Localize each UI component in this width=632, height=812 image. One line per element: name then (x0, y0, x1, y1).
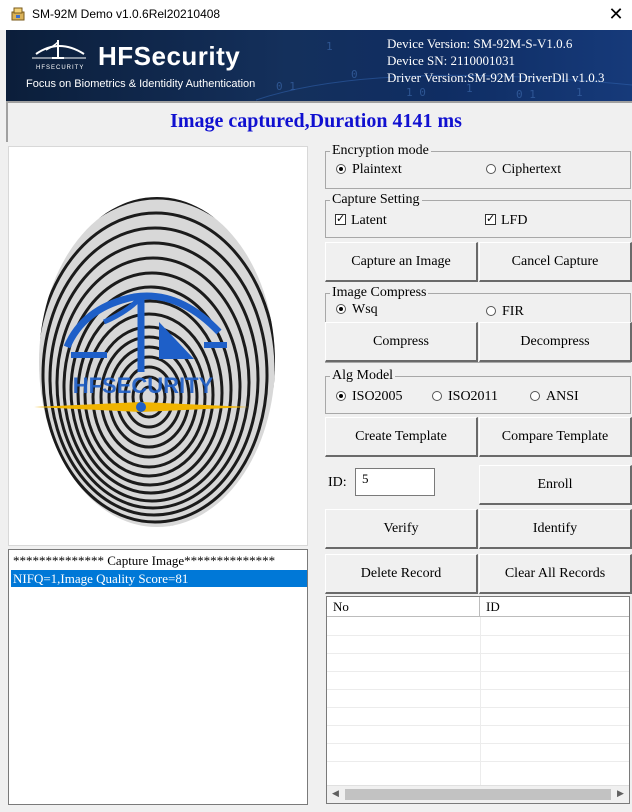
radio-selected-icon (336, 164, 346, 174)
device-sn: Device SN: 2110001031 (387, 53, 516, 68)
title-bar: SM-92M Demo v1.0.6Rel20210408 ✕ (0, 0, 632, 30)
brand-name: HFSecurity (98, 41, 241, 71)
image-compress-legend: Image Compress (330, 285, 429, 301)
svg-text:1: 1 (576, 86, 583, 99)
driver-version: Driver Version:SM-92M DriverDll v1.0.3 (387, 70, 605, 85)
radio-empty-icon (486, 306, 496, 316)
grid-line (327, 707, 629, 708)
hfsecurity-logo-icon (32, 40, 86, 59)
radio-selected-icon (336, 391, 346, 401)
logo-small-text: HFSECURITY (36, 65, 85, 71)
scroll-left-icon[interactable]: ◀ (327, 786, 344, 803)
iso2011-radio[interactable]: ISO2011 (432, 389, 498, 405)
log-list[interactable]: ************** Capture Image************… (8, 549, 308, 805)
radio-empty-icon (530, 391, 540, 401)
encryption-mode-legend: Encryption mode (330, 143, 431, 159)
svg-text:0 1: 0 1 (516, 88, 536, 101)
checkbox-checked-icon (335, 211, 346, 227)
log-line-header[interactable]: ************** Capture Image************… (11, 552, 307, 569)
scroll-right-icon[interactable]: ▶ (612, 786, 629, 803)
window-title: SM-92M Demo v1.0.6Rel20210408 (32, 7, 221, 21)
records-table[interactable]: No ID ◀ ▶ (326, 596, 630, 804)
create-template-button[interactable]: Create Template (325, 417, 478, 457)
log-line-selected[interactable]: NIFQ=1,Image Quality Score=81 (11, 570, 307, 587)
grid-line (327, 635, 629, 636)
cancel-capture-button[interactable]: Cancel Capture (479, 242, 632, 282)
fingerprint-icon: HFSECURITY (34, 197, 275, 527)
grid-line (327, 689, 629, 690)
app-icon (11, 7, 25, 21)
radio-empty-icon (486, 164, 496, 174)
close-button[interactable]: ✕ (604, 3, 628, 27)
capture-image-button[interactable]: Capture an Image (325, 242, 478, 282)
enroll-button[interactable]: Enroll (479, 465, 632, 505)
grid-divider (480, 617, 481, 785)
grid-line (327, 743, 629, 744)
watermark-text: HFSECURITY (73, 373, 214, 398)
radio-empty-icon (432, 391, 442, 401)
svg-text:0: 0 (351, 68, 358, 81)
fingerprint-image: HFSECURITY (8, 146, 308, 546)
delete-record-button[interactable]: Delete Record (325, 554, 478, 594)
ansi-radio[interactable]: ANSI (530, 389, 579, 405)
horizontal-scrollbar[interactable]: ◀ ▶ (327, 785, 629, 803)
column-header-id[interactable]: ID (480, 597, 629, 617)
column-header-no[interactable]: No (327, 597, 480, 617)
banner: HFSECURITY HFSecurity Focus on Biometric… (6, 30, 632, 101)
brand-tagline: Focus on Biometrics & Identidity Authent… (26, 78, 256, 90)
svg-text:1 0: 1 0 (406, 86, 426, 99)
checkbox-checked-icon (485, 211, 496, 227)
wsq-radio[interactable]: Wsq (336, 302, 378, 318)
clear-all-records-button[interactable]: Clear All Records (479, 554, 632, 594)
latent-checkbox[interactable]: Latent (335, 211, 387, 229)
iso2005-radio[interactable]: ISO2005 (336, 389, 403, 405)
grid-line (327, 725, 629, 726)
identify-button[interactable]: Identify (479, 509, 632, 549)
device-version: Device Version: SM-92M-S-V1.0.6 (387, 36, 573, 51)
compare-template-button[interactable]: Compare Template (479, 417, 632, 457)
ciphertext-radio[interactable]: Ciphertext (486, 162, 561, 178)
compress-button[interactable]: Compress (325, 322, 478, 362)
scrollbar-thumb[interactable] (345, 789, 611, 800)
grid-line (327, 653, 629, 654)
id-label: ID: (328, 475, 347, 490)
fir-radio[interactable]: FIR (486, 304, 524, 320)
capture-setting-legend: Capture Setting (330, 192, 422, 208)
alg-model-legend: Alg Model (330, 368, 396, 384)
verify-button[interactable]: Verify (325, 509, 478, 549)
lfd-checkbox[interactable]: LFD (485, 211, 527, 229)
status-message: Image captured,Duration 4141 ms (170, 110, 462, 132)
radio-selected-icon (336, 304, 346, 314)
grid-line (327, 761, 629, 762)
svg-text:1: 1 (326, 40, 333, 53)
id-input[interactable]: 5 (355, 468, 435, 496)
grid-line (327, 671, 629, 672)
plaintext-radio[interactable]: Plaintext (336, 162, 402, 178)
decompress-button[interactable]: Decompress (479, 322, 632, 362)
